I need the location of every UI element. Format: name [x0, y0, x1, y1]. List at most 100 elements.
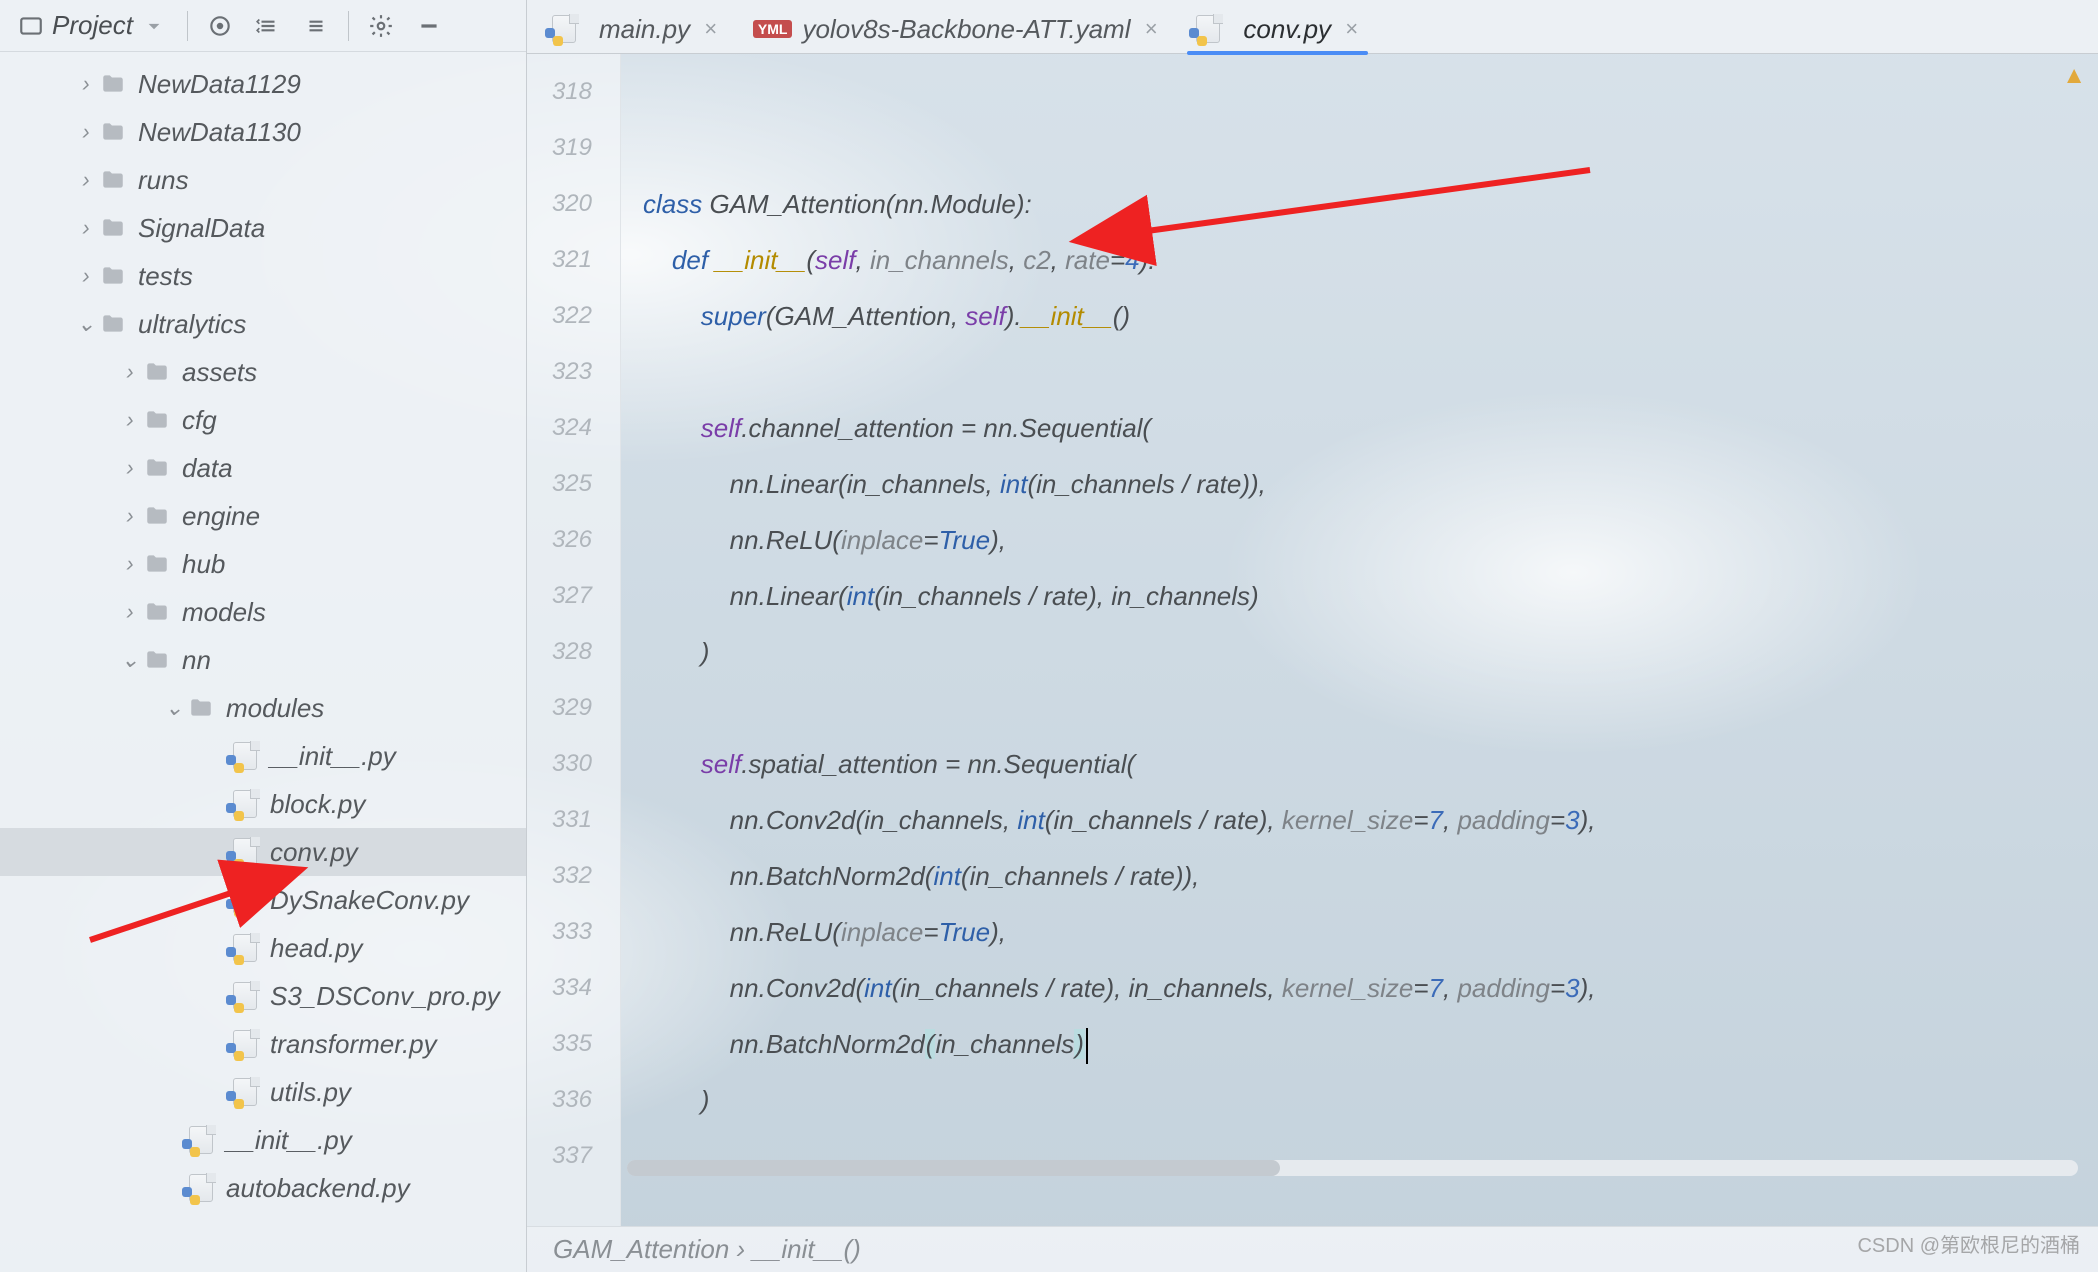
code-line[interactable]: nn.ReLU(inplace=True), — [643, 512, 2098, 568]
tree-file[interactable]: S3_DSConv_pro.py — [0, 972, 526, 1020]
code-line[interactable]: nn.Conv2d(in_channels, int(in_channels /… — [643, 792, 2098, 848]
horizontal-scrollbar[interactable] — [627, 1160, 2078, 1176]
expand-all-button[interactable] — [246, 4, 290, 48]
folder-icon — [98, 309, 128, 339]
project-tree[interactable]: ›NewData1129›NewData1130›runs›SignalData… — [0, 52, 526, 1272]
tree-folder[interactable]: ⌄modules — [0, 684, 526, 732]
line-number: 318 — [527, 64, 620, 120]
tree-file[interactable]: block.py — [0, 780, 526, 828]
code-line[interactable]: nn.BatchNorm2d(in_channels) — [643, 1016, 2098, 1072]
tree-folder[interactable]: ›models — [0, 588, 526, 636]
tree-file[interactable]: conv.py — [0, 828, 526, 876]
editor-area: main.py×YMLyolov8s-Backbone-ATT.yaml×con… — [527, 0, 2098, 1272]
chevron-icon[interactable]: › — [118, 407, 142, 433]
select-opened-file-button[interactable] — [198, 4, 242, 48]
tree-folder[interactable]: › SignalData — [0, 204, 526, 252]
code-line[interactable] — [643, 680, 2098, 736]
tree-folder[interactable]: ›NewData1130 — [0, 108, 526, 156]
yaml-file-icon: YML — [753, 20, 793, 38]
python-file-icon — [186, 1125, 216, 1155]
tree-folder[interactable]: › data — [0, 444, 526, 492]
chevron-icon[interactable]: › — [74, 263, 98, 289]
tree-item-label: S3_DSConv_pro.py — [270, 981, 500, 1012]
code-line[interactable]: ) — [643, 1072, 2098, 1128]
tree-file[interactable]: head.py — [0, 924, 526, 972]
hide-button[interactable] — [407, 4, 451, 48]
tree-folder[interactable]: ⌄ultralytics — [0, 300, 526, 348]
warning-indicator-icon[interactable]: ▲ — [2062, 62, 2086, 90]
tree-file[interactable]: autobackend.py — [0, 1164, 526, 1212]
code-line[interactable]: super(GAM_Attention, self).__init__() — [643, 288, 2098, 344]
code-line[interactable]: nn.Linear(in_channels, int(in_channels /… — [643, 456, 2098, 512]
folder-icon — [186, 693, 216, 723]
line-number: 333 — [527, 904, 620, 960]
chevron-icon[interactable]: › — [74, 215, 98, 241]
tree-folder[interactable]: ›runs — [0, 156, 526, 204]
tree-item-label: data — [182, 453, 233, 484]
line-number: 337 — [527, 1128, 620, 1184]
tree-folder[interactable]: ⌄nn — [0, 636, 526, 684]
watermark: CSDN @第欧根尼的酒桶 — [1857, 1229, 2080, 1258]
code-line[interactable] — [643, 120, 2098, 176]
tree-file[interactable]: transformer.py — [0, 1020, 526, 1068]
code-editor[interactable]: 3183193203213223233243253263273283293303… — [527, 54, 2098, 1226]
chevron-icon[interactable]: › — [74, 167, 98, 193]
line-number: 322 — [527, 288, 620, 344]
editor-tab[interactable]: YMLyolov8s-Backbone-ATT.yaml× — [739, 5, 1175, 53]
code-line[interactable]: def __init__(self, in_channels, c2, rate… — [643, 232, 2098, 288]
chevron-icon[interactable]: › — [118, 551, 142, 577]
chevron-icon[interactable]: ⌄ — [118, 647, 142, 673]
tree-file[interactable]: utils.py — [0, 1068, 526, 1116]
settings-button[interactable] — [359, 4, 403, 48]
scrollbar-thumb[interactable] — [627, 1160, 1280, 1176]
tree-file[interactable]: __init__.py — [0, 1116, 526, 1164]
tree-item-label: conv.py — [270, 837, 358, 868]
line-number: 332 — [527, 848, 620, 904]
chevron-icon[interactable]: ⌄ — [74, 311, 98, 337]
chevron-icon[interactable]: › — [74, 71, 98, 97]
line-number: 335 — [527, 1016, 620, 1072]
close-tab-icon[interactable]: × — [1141, 16, 1162, 42]
chevron-icon[interactable]: › — [118, 359, 142, 385]
code-line[interactable]: nn.BatchNorm2d(int(in_channels / rate)), — [643, 848, 2098, 904]
folder-icon — [142, 501, 172, 531]
tree-item-label: autobackend.py — [226, 1173, 410, 1204]
chevron-icon[interactable]: › — [118, 503, 142, 529]
editor-tab[interactable]: conv.py× — [1179, 5, 1376, 53]
tree-file[interactable]: DySnakeConv.py — [0, 876, 526, 924]
close-tab-icon[interactable]: × — [700, 16, 721, 42]
tree-item-label: DySnakeConv.py — [270, 885, 469, 916]
tree-file[interactable]: __init__.py — [0, 732, 526, 780]
code-line[interactable]: ) — [643, 624, 2098, 680]
code-line[interactable]: nn.Linear(int(in_channels / rate), in_ch… — [643, 568, 2098, 624]
python-file-icon — [230, 789, 260, 819]
tree-folder[interactable]: ›cfg — [0, 396, 526, 444]
line-number: 336 — [527, 1072, 620, 1128]
close-tab-icon[interactable]: × — [1341, 16, 1362, 42]
code-line[interactable]: nn.ReLU(inplace=True), — [643, 904, 2098, 960]
code-line[interactable]: class GAM_Attention(nn.Module): — [643, 176, 2098, 232]
code-line[interactable]: self.spatial_attention = nn.Sequential( — [643, 736, 2098, 792]
python-file-icon — [230, 741, 260, 771]
chevron-icon[interactable]: › — [118, 455, 142, 481]
code-line[interactable] — [643, 344, 2098, 400]
code-line[interactable] — [643, 64, 2098, 120]
tree-item-label: SignalData — [138, 213, 265, 244]
chevron-icon[interactable]: ⌄ — [162, 695, 186, 721]
code-line[interactable]: self.channel_attention = nn.Sequential( — [643, 400, 2098, 456]
tree-folder[interactable]: ›hub — [0, 540, 526, 588]
tree-folder[interactable]: ›engine — [0, 492, 526, 540]
collapse-all-button[interactable] — [294, 4, 338, 48]
folder-icon — [98, 213, 128, 243]
code-content[interactable]: class GAM_Attention(nn.Module): def __in… — [621, 54, 2098, 1226]
tree-folder[interactable]: ›NewData1129 — [0, 60, 526, 108]
code-line[interactable]: nn.Conv2d(int(in_channels / rate), in_ch… — [643, 960, 2098, 1016]
chevron-icon[interactable]: › — [118, 599, 142, 625]
tree-folder[interactable]: ›assets — [0, 348, 526, 396]
tree-folder[interactable]: ›tests — [0, 252, 526, 300]
line-number: 329 — [527, 680, 620, 736]
project-view-selector[interactable]: Project — [8, 4, 177, 48]
editor-tab[interactable]: main.py× — [535, 5, 735, 53]
line-number: 331 — [527, 792, 620, 848]
chevron-icon[interactable]: › — [74, 119, 98, 145]
